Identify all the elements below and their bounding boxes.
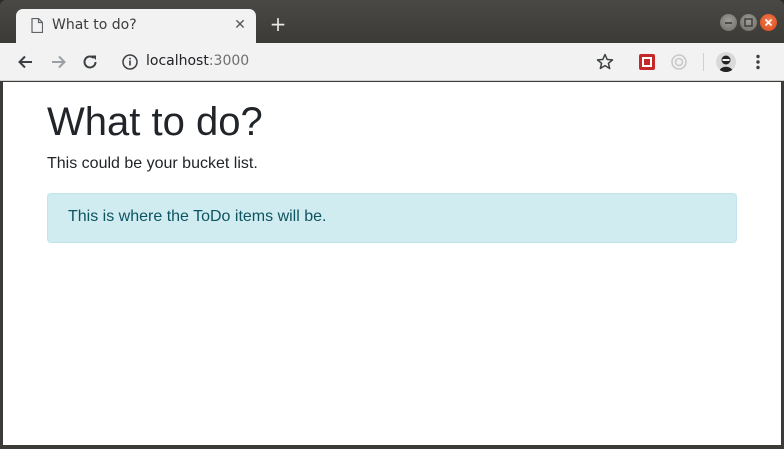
browser-window: What to do? ✕ + localhost:3000 What to d… — [0, 0, 784, 449]
url-port: :3000 — [208, 53, 250, 69]
active-tab[interactable]: What to do? ✕ — [16, 9, 256, 43]
close-tab-icon[interactable]: ✕ — [232, 16, 248, 32]
url-host: localhost — [146, 53, 209, 69]
page-title: What to do? — [47, 100, 263, 144]
tab-title: What to do? — [52, 17, 137, 33]
address-bar[interactable]: localhost:3000 — [146, 53, 249, 69]
page-lead-text: This could be your bucket list. — [47, 155, 258, 172]
bookmark-star-icon[interactable] — [595, 52, 615, 72]
page-viewport: What to do? This could be your bucket li… — [3, 82, 781, 445]
profile-avatar-icon[interactable] — [716, 52, 736, 72]
maximize-window-button[interactable] — [740, 14, 757, 31]
minimize-window-button[interactable] — [720, 14, 737, 31]
new-tab-button[interactable]: + — [268, 14, 288, 34]
info-alert-text: This is where the ToDo items will be. — [68, 208, 327, 225]
kebab-menu-icon[interactable] — [748, 52, 768, 72]
document-icon — [31, 18, 43, 33]
back-arrow-icon[interactable] — [16, 52, 36, 72]
tab-strip: What to do? ✕ + — [0, 0, 784, 43]
toolbar-separator — [703, 53, 704, 71]
close-window-button[interactable] — [760, 14, 777, 31]
forward-arrow-icon[interactable] — [48, 52, 68, 72]
browser-toolbar: localhost:3000 — [0, 43, 784, 81]
info-alert: This is where the ToDo items will be. — [47, 193, 737, 243]
window-bottom-border — [0, 445, 784, 449]
reload-icon[interactable] — [80, 52, 100, 72]
extension-gray-icon[interactable] — [670, 53, 688, 71]
site-info-icon[interactable] — [121, 53, 139, 71]
extension-red-icon[interactable] — [639, 54, 655, 70]
